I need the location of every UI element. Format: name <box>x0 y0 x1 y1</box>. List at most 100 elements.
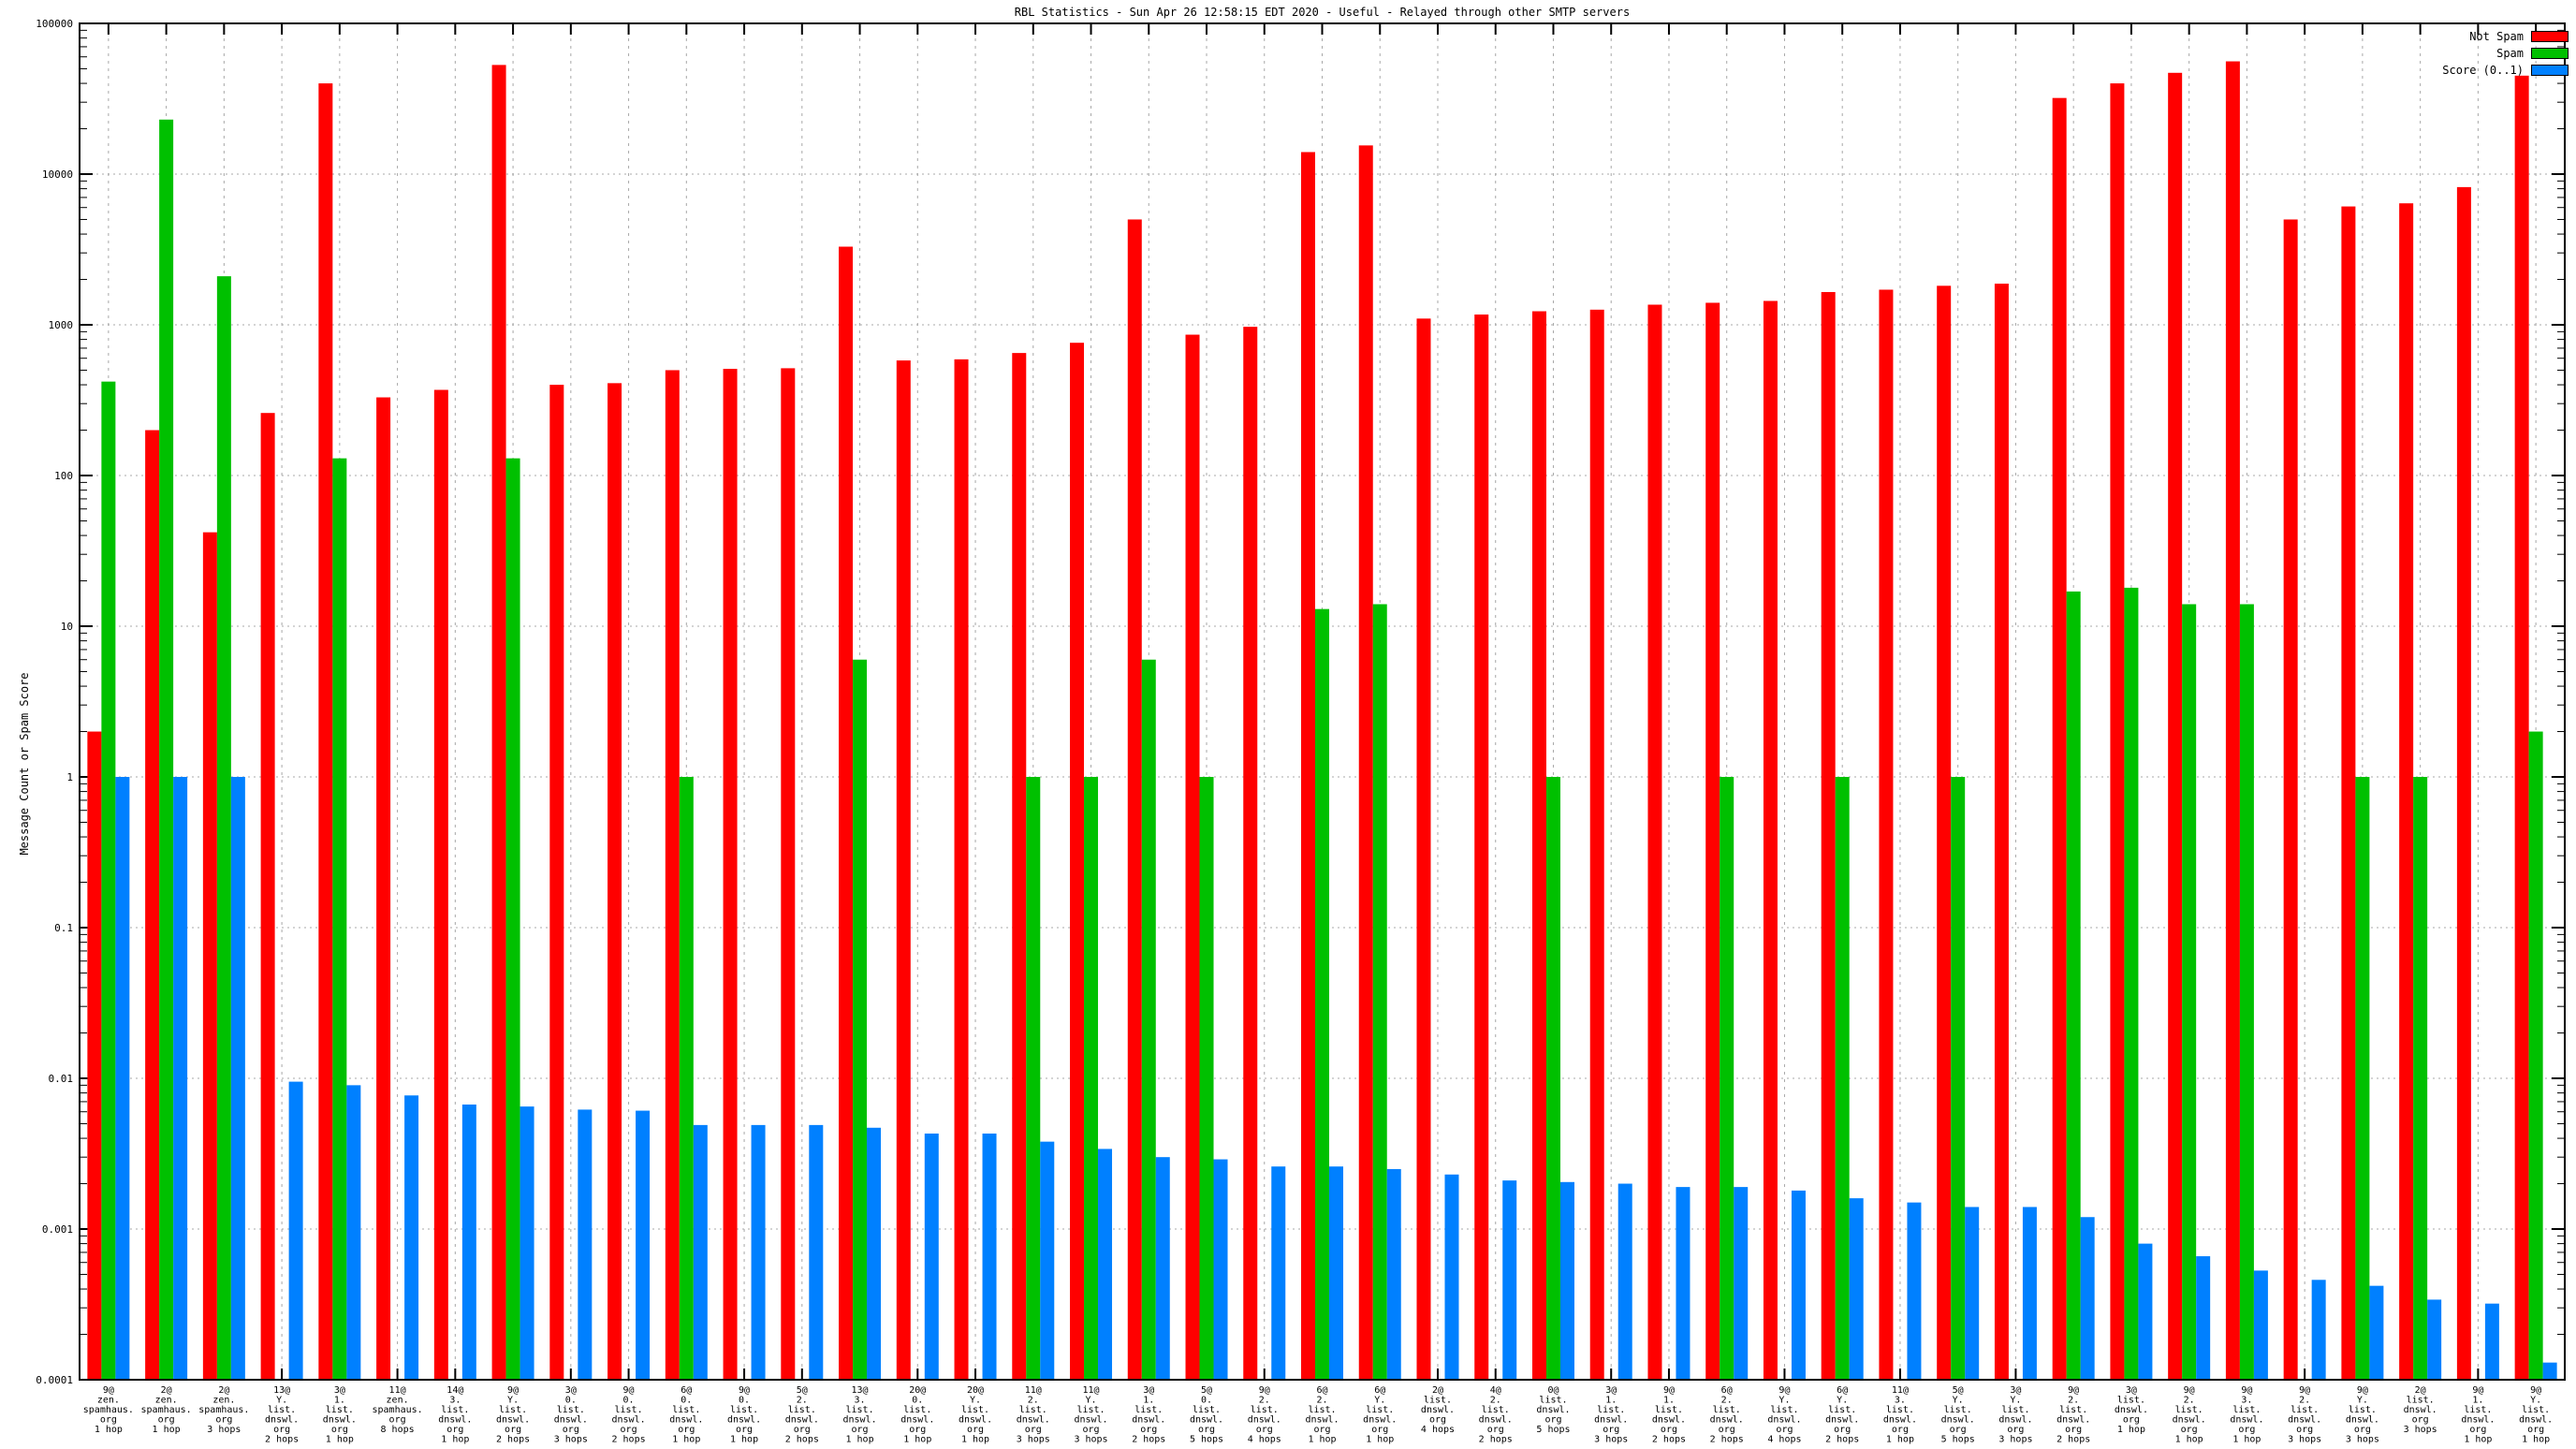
bar-not-spam <box>549 385 564 1380</box>
bar-spam <box>2124 588 2138 1380</box>
bar-score <box>1734 1187 1748 1380</box>
bar-not-spam <box>1128 219 1142 1380</box>
bar-not-spam <box>1705 302 1720 1380</box>
x-tick-label: 9@Y.list.dnswl.org4 hops <box>1767 1385 1801 1445</box>
bar-not-spam <box>955 359 969 1380</box>
bar-score <box>1502 1180 1516 1380</box>
bar-not-spam <box>261 413 275 1380</box>
x-tick-label: 6@2.list.dnswl.org1 hop <box>1305 1385 1339 1445</box>
bar-score <box>1618 1184 1632 1380</box>
x-tick-label: 2@zen.spamhaus.org1 hop <box>141 1385 192 1435</box>
bar-score <box>636 1111 650 1380</box>
x-tick-label: 9@Y.list.dnswl.org2 hops <box>496 1385 530 1445</box>
bar-not-spam <box>2341 207 2355 1380</box>
bar-spam <box>1951 777 1965 1380</box>
x-tick-label: 9@2.list.dnswl.org4 hops <box>1248 1385 1281 1445</box>
bar-score <box>2543 1363 2557 1380</box>
bar-score <box>115 777 129 1380</box>
bar-spam <box>217 276 231 1380</box>
legend-swatch-not-spam <box>2531 31 2569 42</box>
bar-not-spam <box>1243 327 1257 1380</box>
bar-not-spam <box>492 65 506 1380</box>
legend-row-spam: Spam <box>2442 48 2569 59</box>
bar-not-spam <box>434 390 448 1380</box>
bar-score <box>2023 1207 2037 1380</box>
bar-not-spam <box>1301 152 1315 1380</box>
x-tick-label: 6@Y.list.dnswl.org1 hop <box>1363 1385 1397 1445</box>
bar-not-spam <box>1070 343 1084 1380</box>
bar-score <box>578 1109 592 1380</box>
x-tick-label: 3@list.dnswl.org1 hop <box>2115 1385 2148 1435</box>
x-tick-label: 9@3.list.dnswl.org1 hop <box>2230 1385 2263 1445</box>
x-tick-label: 9@2.list.dnswl.org1 hop <box>2173 1385 2206 1445</box>
x-tick-label: 9@1.list.dnswl.org1 hop <box>2461 1385 2495 1445</box>
x-tick-label: 9@0.list.dnswl.org2 hops <box>612 1385 646 1445</box>
bar-score <box>1676 1187 1690 1380</box>
bar-not-spam <box>1879 289 1893 1380</box>
x-tick-label: 9@zen.spamhaus.org1 hop <box>83 1385 134 1435</box>
bar-score <box>1387 1169 1401 1380</box>
bar-spam <box>680 777 694 1380</box>
bar-score <box>173 777 187 1380</box>
x-tick-label: 11@2.list.dnswl.org3 hops <box>1017 1385 1050 1445</box>
bar-not-spam <box>2168 73 2182 1380</box>
y-tick-label: 10 <box>61 621 73 633</box>
bar-score <box>1850 1198 1864 1380</box>
y-tick-label: 1000 <box>49 319 74 331</box>
y-tick-label: 0.01 <box>49 1073 74 1085</box>
bar-chart: 1000001000010001001010.10.010.0010.00019… <box>0 0 2576 1449</box>
bar-not-spam <box>2226 62 2240 1380</box>
bar-score <box>1965 1207 1979 1380</box>
bar-not-spam <box>1937 285 1951 1380</box>
bar-score <box>925 1134 939 1380</box>
bar-not-spam <box>897 360 911 1380</box>
x-tick-label: 2@list.dnswl.org4 hops <box>1421 1385 1455 1435</box>
bar-not-spam <box>1995 284 2009 1380</box>
legend-row-score: Score (0..1) <box>2442 65 2569 76</box>
bar-score <box>2138 1244 2152 1380</box>
bar-score <box>2485 1304 2499 1380</box>
bar-spam <box>101 382 115 1380</box>
legend-swatch-score <box>2531 65 2569 76</box>
x-tick-label: 13@Y.list.dnswl.org2 hops <box>265 1385 299 1445</box>
x-tick-label: 5@0.list.dnswl.org5 hops <box>1190 1385 1223 1445</box>
bar-spam <box>2355 777 2369 1380</box>
x-tick-label: 9@Y.list.dnswl.org3 hops <box>2346 1385 2379 1445</box>
legend-label-not-spam: Not Spam <box>2469 30 2524 43</box>
bar-not-spam <box>2284 219 2298 1380</box>
y-tick-label: 0.001 <box>42 1223 73 1236</box>
bar-not-spam <box>2399 203 2413 1380</box>
bar-score <box>1156 1157 1170 1380</box>
legend-label-spam: Spam <box>2496 47 2524 60</box>
bar-spam <box>506 459 520 1380</box>
bar-not-spam <box>607 383 622 1380</box>
x-tick-label: 0@list.dnswl.org5 hops <box>1536 1385 1570 1435</box>
bar-score <box>462 1105 476 1380</box>
x-tick-label: 4@2.list.dnswl.org2 hops <box>1479 1385 1513 1445</box>
bar-spam <box>1373 604 1387 1380</box>
bar-not-spam <box>2110 83 2124 1380</box>
chart-title: RBL Statistics - Sun Apr 26 12:58:15 EDT… <box>80 6 2565 19</box>
bar-not-spam <box>1647 305 1661 1380</box>
bar-spam <box>853 660 867 1380</box>
bar-spam <box>2240 604 2254 1380</box>
bar-score <box>867 1128 881 1380</box>
x-tick-label: 3@1.list.dnswl.org1 hop <box>323 1385 357 1445</box>
bar-score <box>1271 1166 1285 1380</box>
bar-spam <box>1026 777 1040 1380</box>
bar-not-spam <box>1532 312 1546 1380</box>
x-tick-label: 6@Y.list.dnswl.org2 hops <box>1825 1385 1859 1445</box>
bar-score <box>2312 1280 2326 1380</box>
y-axis-label: Message Count or Spam Score <box>18 642 31 886</box>
bar-score <box>1444 1175 1458 1380</box>
bar-score <box>752 1125 766 1380</box>
x-tick-label: 9@2.list.dnswl.org2 hops <box>2056 1385 2090 1445</box>
bar-score <box>2081 1217 2095 1380</box>
x-tick-label: 6@2.list.dnswl.org2 hops <box>1710 1385 1744 1445</box>
bar-spam <box>2413 777 2427 1380</box>
bar-spam <box>2182 604 2196 1380</box>
bar-not-spam <box>87 732 101 1380</box>
bar-spam <box>1084 777 1098 1380</box>
bar-score <box>2196 1256 2210 1380</box>
bar-not-spam <box>376 398 390 1380</box>
